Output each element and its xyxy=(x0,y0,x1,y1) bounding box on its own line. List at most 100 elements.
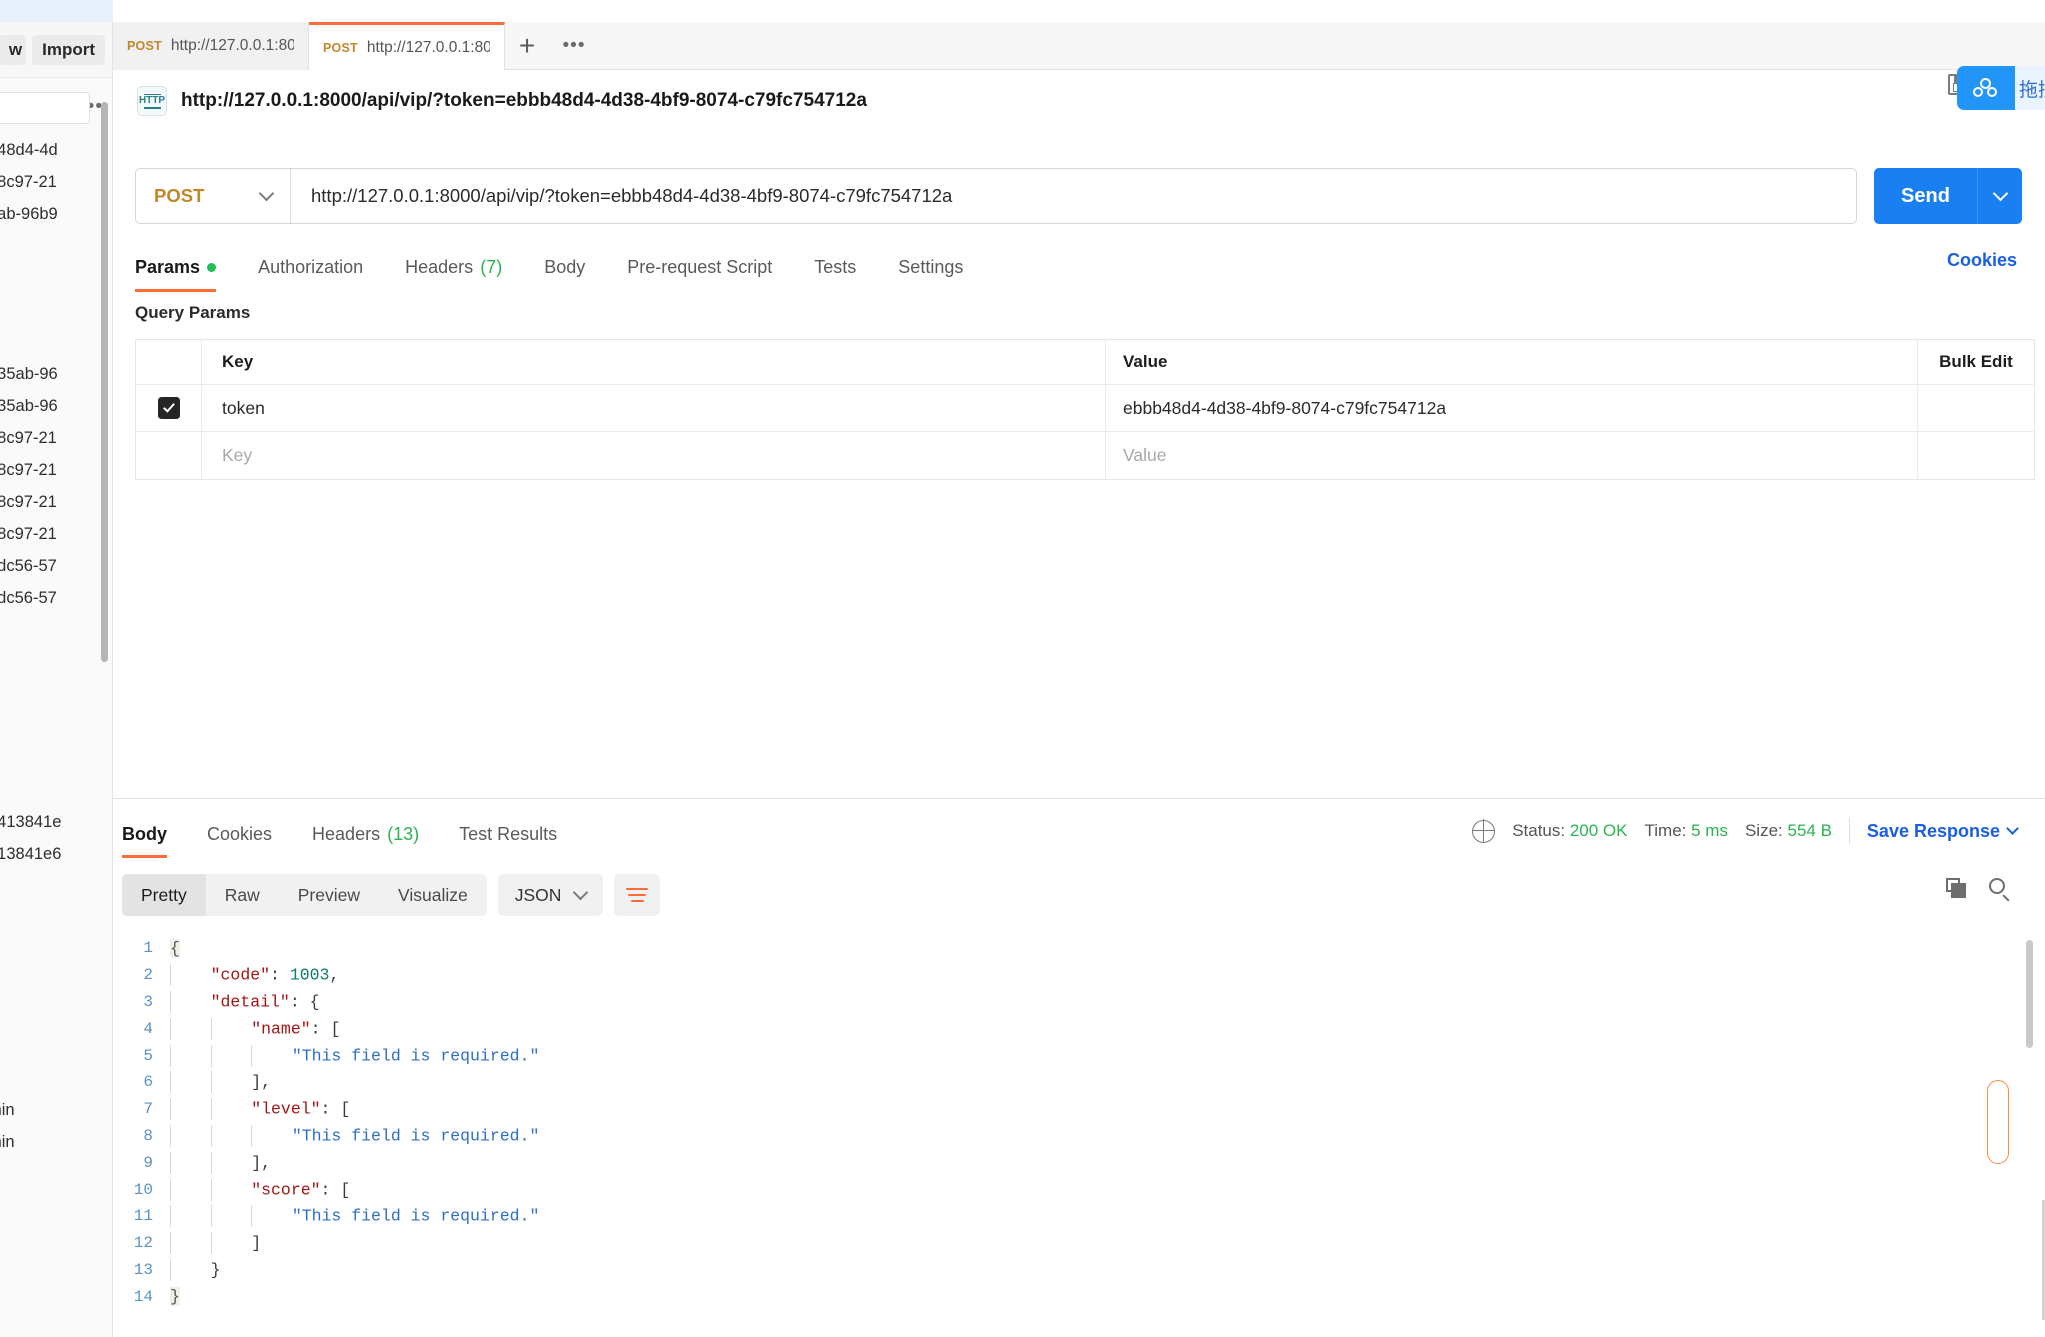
list-item[interactable] xyxy=(0,870,112,902)
list-item[interactable] xyxy=(0,1030,112,1062)
list-item[interactable] xyxy=(0,646,112,678)
list-item[interactable] xyxy=(0,774,112,806)
row-checkbox-cell[interactable] xyxy=(136,385,202,431)
list-item[interactable]: ddc56-57 xyxy=(0,550,112,582)
response-scrollbar[interactable] xyxy=(2026,940,2033,1048)
list-item[interactable]: 5ab-96b9 xyxy=(0,198,112,230)
list-item[interactable] xyxy=(0,934,112,966)
indent-guide xyxy=(170,1098,211,1121)
list-item[interactable] xyxy=(0,1062,112,1094)
save-response-button[interactable]: Save Response xyxy=(1867,821,2019,842)
tab-headers[interactable]: Headers (7) xyxy=(384,245,523,289)
url-input[interactable]: http://127.0.0.1:8000/api/vip/?token=ebb… xyxy=(291,169,1856,223)
list-item[interactable] xyxy=(0,230,112,262)
tab-label: Settings xyxy=(898,256,964,277)
response-tab-body[interactable]: Body xyxy=(122,812,187,858)
list-item[interactable]: min xyxy=(0,1094,112,1126)
list-item[interactable] xyxy=(0,294,112,326)
row-value-cell[interactable]: ebbb48d4-4d38-4bf9-8074-c79fc754712a xyxy=(1106,385,1918,431)
response-body-code[interactable]: 1{2 "code": 1003, 3 "detail": {4 "name": … xyxy=(122,935,2022,1337)
list-item[interactable]: 28c97-21 xyxy=(0,518,112,550)
indent-guide xyxy=(210,1071,252,1094)
code-token: "This field is required." xyxy=(291,1206,540,1226)
list-item[interactable]: 28c97-21 xyxy=(0,454,112,486)
sidebar-scrollbar[interactable] xyxy=(101,102,108,662)
wrap-lines-button[interactable] xyxy=(614,874,661,916)
list-item[interactable]: b35ab-96 xyxy=(0,390,112,422)
response-scroll-thumb[interactable] xyxy=(1987,1080,2009,1164)
tab-body[interactable]: Body xyxy=(523,245,606,289)
list-item[interactable]: 28c97-21 xyxy=(0,166,112,198)
placeholder-checkbox-cell[interactable] xyxy=(136,432,202,479)
request-tab-2[interactable]: POST http://127.0.0.1:8000/api xyxy=(309,22,505,70)
code-token: } xyxy=(170,1287,180,1307)
list-item[interactable]: 413841e6 xyxy=(0,838,112,870)
netdisk-widget[interactable]: 拖拽 xyxy=(1957,66,2045,110)
new-tab-icon[interactable]: + xyxy=(505,22,549,69)
language-select[interactable]: JSON xyxy=(497,874,604,916)
header-key: Key xyxy=(202,340,1106,384)
code-text: "level": [ xyxy=(170,1098,350,1121)
view-raw[interactable]: Raw xyxy=(206,874,279,916)
search-icon[interactable] xyxy=(1989,878,2010,902)
send-button[interactable]: Send xyxy=(1874,168,1977,224)
placeholder-key-input[interactable]: Key xyxy=(202,432,1106,479)
indent-guide xyxy=(210,1017,252,1040)
list-item[interactable] xyxy=(0,902,112,934)
list-item[interactable] xyxy=(0,678,112,710)
table-row-placeholder[interactable]: Key Value xyxy=(136,432,2034,479)
list-item[interactable] xyxy=(0,710,112,742)
request-tab-1[interactable]: POST http://127.0.0.1:8000/api xyxy=(113,22,309,70)
sidebar-collection-list: b48d4-4d 28c97-21 5ab-96b9 b35ab-96 b35a… xyxy=(0,134,112,1337)
list-item[interactable] xyxy=(0,998,112,1030)
row-key-cell[interactable]: token xyxy=(202,385,1106,431)
indent-guide xyxy=(170,1124,211,1147)
tab-options-icon[interactable]: ••• xyxy=(549,22,599,69)
list-item[interactable] xyxy=(0,742,112,774)
view-pretty[interactable]: Pretty xyxy=(122,874,206,916)
tab-pre-request-script[interactable]: Pre-request Script xyxy=(606,245,793,289)
send-options-button[interactable] xyxy=(1977,168,2022,224)
tab-params[interactable]: Params xyxy=(135,245,237,292)
view-preview[interactable]: Preview xyxy=(279,874,379,916)
http-method-select[interactable]: POST xyxy=(136,169,291,223)
row-checkbox[interactable] xyxy=(157,397,180,419)
list-item[interactable]: b48d4-4d xyxy=(0,134,112,166)
table-row[interactable]: token ebbb48d4-4d38-4bf9-8074-c79fc75471… xyxy=(136,385,2034,432)
list-item[interactable] xyxy=(0,614,112,646)
new-button[interactable]: w xyxy=(0,34,27,65)
netdisk-cloud-icon[interactable] xyxy=(1957,66,2015,110)
response-tab-test-results[interactable]: Test Results xyxy=(439,812,577,856)
bulk-edit-button[interactable]: Bulk Edit xyxy=(1918,340,2034,384)
sidebar-search-input[interactable] xyxy=(0,92,90,124)
tab-label: Params xyxy=(135,256,201,277)
tab-tests[interactable]: Tests xyxy=(793,245,877,289)
response-tab-headers[interactable]: Headers (13) xyxy=(292,812,439,856)
cookies-link[interactable]: Cookies xyxy=(1947,250,2017,271)
list-item[interactable]: b35ab-96 xyxy=(0,358,112,390)
response-tab-cookies[interactable]: Cookies xyxy=(187,812,292,856)
line-number: 5 xyxy=(143,1046,153,1065)
code-line: 14} xyxy=(122,1283,2022,1310)
list-item-label: 28c97-21 xyxy=(0,460,57,479)
list-item[interactable] xyxy=(0,326,112,358)
list-item[interactable]: 2413841e xyxy=(0,806,112,838)
indent-guide xyxy=(170,1232,211,1255)
list-item[interactable] xyxy=(0,262,112,294)
list-item-label: b48d4-4d xyxy=(0,140,58,159)
list-item[interactable]: min xyxy=(0,1126,112,1158)
code-token: "score" xyxy=(251,1179,321,1199)
tab-settings[interactable]: Settings xyxy=(877,245,984,289)
view-visualize[interactable]: Visualize xyxy=(379,874,487,916)
copy-icon[interactable] xyxy=(1946,878,1967,899)
code-token: : xyxy=(270,965,290,985)
list-item[interactable]: ddc56-57 xyxy=(0,582,112,614)
indent-guide xyxy=(170,1044,211,1067)
list-item[interactable]: 28c97-21 xyxy=(0,422,112,454)
import-button[interactable]: Import xyxy=(32,34,105,65)
list-item[interactable] xyxy=(0,966,112,998)
placeholder-value-input[interactable]: Value xyxy=(1106,432,1918,479)
line-number: 3 xyxy=(143,992,153,1011)
tab-authorization[interactable]: Authorization xyxy=(237,245,384,289)
list-item[interactable]: 28c97-21 xyxy=(0,486,112,518)
